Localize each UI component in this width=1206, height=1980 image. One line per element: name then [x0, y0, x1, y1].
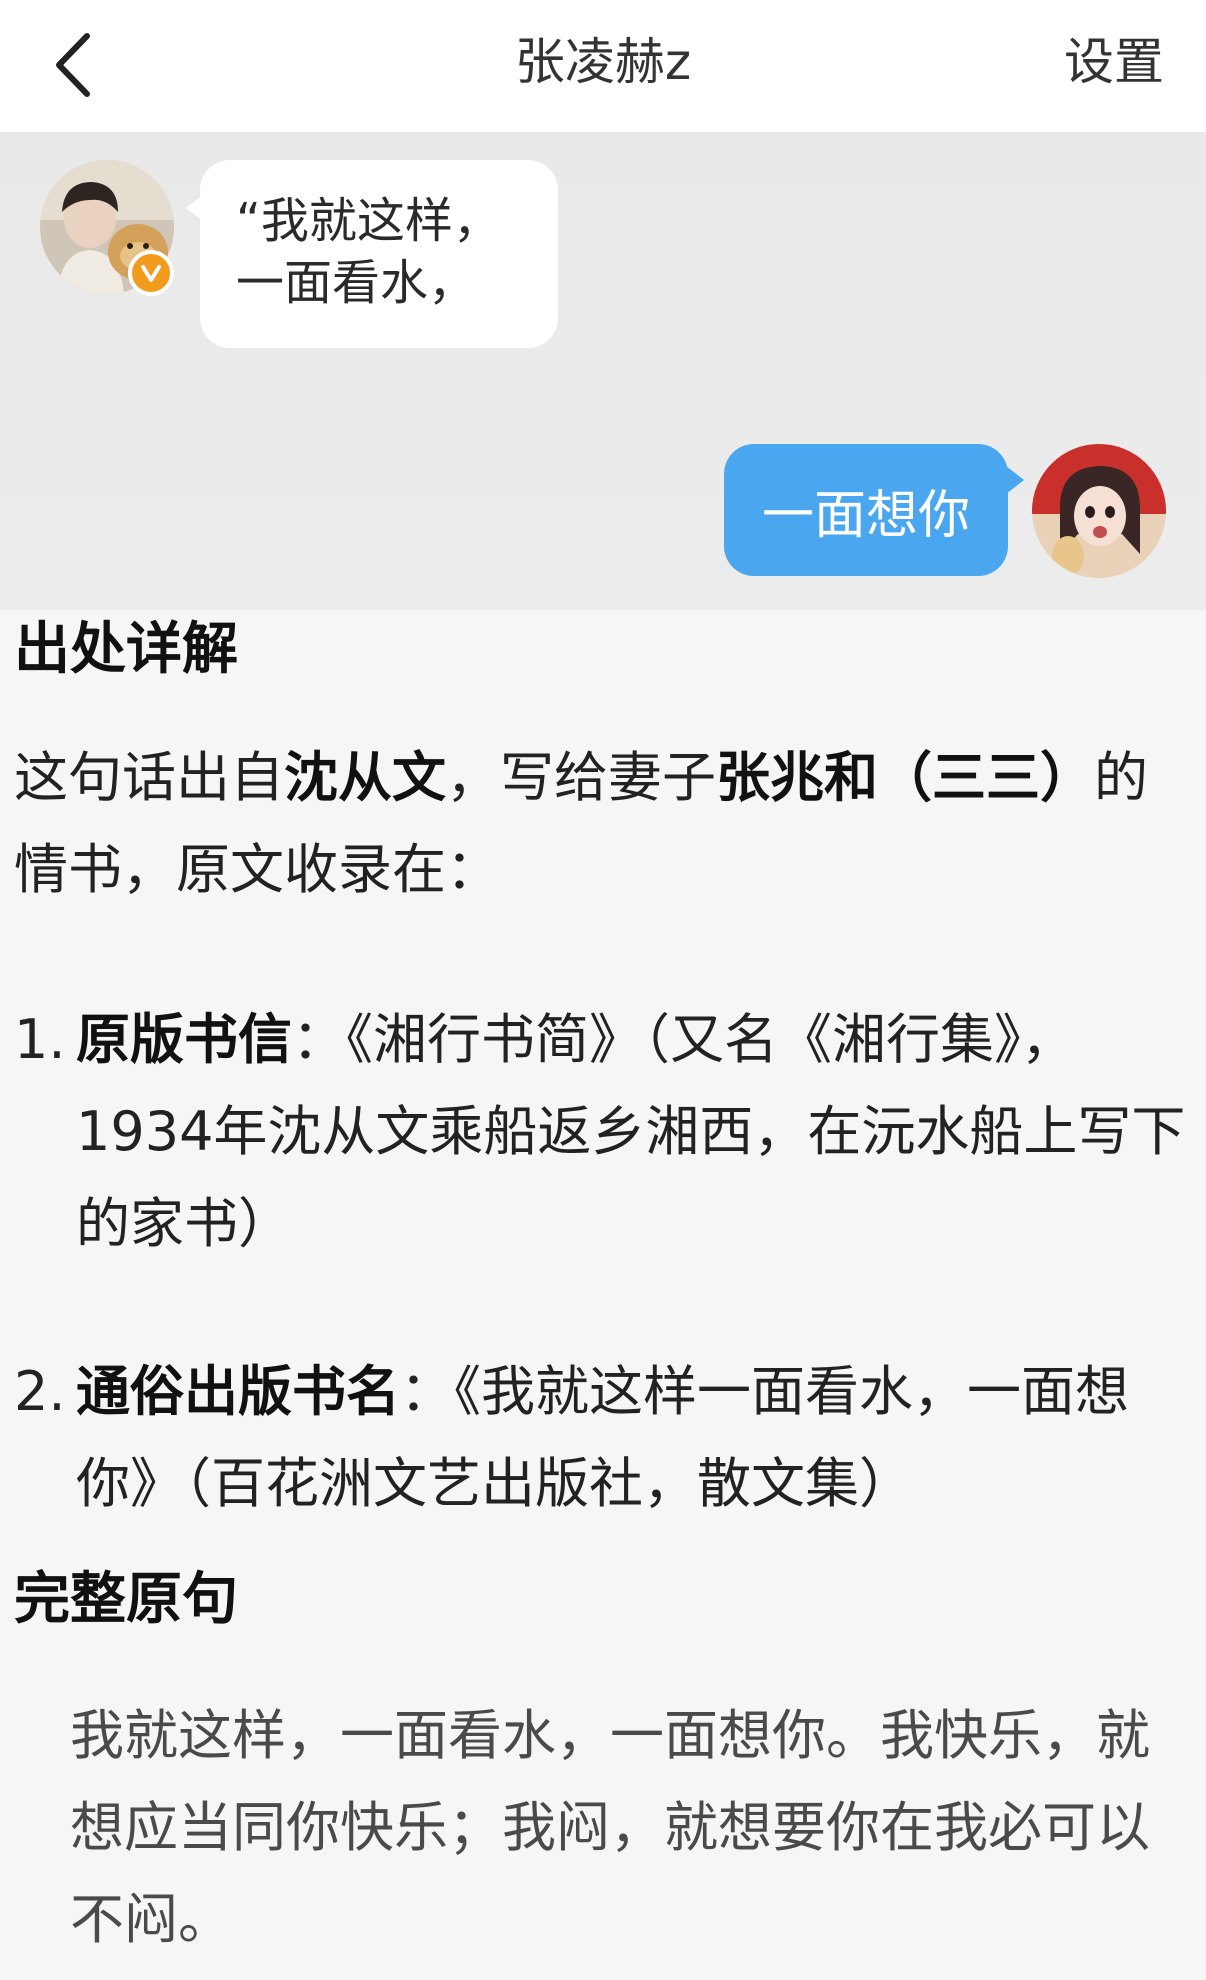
page-title: 张凌赫z	[514, 33, 692, 91]
message-line: 一面看水，	[236, 255, 477, 311]
avatar[interactable]	[1032, 444, 1166, 578]
list-item: 2. 通俗出版书名：《我就这样一面看水，一面想你》（百花洲文艺出版社，散文集）	[14, 1346, 1194, 1530]
page: 张凌赫z 设置 “我就这样， 一面看水， 一面想你 出处详解 这句话出自沈从文，…	[0, 0, 1206, 1980]
section-heading: 完整原句	[14, 1567, 238, 1632]
message-line: “我就这样，	[236, 193, 501, 249]
top-bar: 张凌赫z 设置	[0, 0, 1206, 132]
quote-block: 我就这样，一面看水，一面想你。我快乐，就想应当同你快乐；我闷，就想要你在我必可以…	[70, 1704, 1150, 1951]
message-text: 一面想你	[761, 485, 970, 546]
list-item-label: 原版书信	[76, 1008, 292, 1071]
author-name: 沈从文	[284, 746, 446, 809]
settings-button[interactable]: 设置	[1064, 30, 1164, 94]
list-item: 1. 原版书信：《湘行书简》（又名《湘行集》，1934年沈从文乘船返乡湘西，在沅…	[14, 994, 1194, 1270]
article-body: 出处详解 这句话出自沈从文，写给妻子张兆和（三三）的情书，原文收录在： 1. 原…	[0, 610, 1206, 1980]
list-number: 2.	[14, 1360, 66, 1423]
intro-paragraph: 这句话出自沈从文，写给妻子张兆和（三三）的情书，原文收录在：	[14, 732, 1184, 916]
intro-text: ，写给妻子	[446, 746, 716, 809]
chat-area: “我就这样， 一面看水， 一面想你	[0, 132, 1206, 610]
list-item-body: 原版书信：《湘行书简》（又名《湘行集》，1934年沈从文乘船返乡湘西，在沅水船上…	[76, 994, 1194, 1270]
list-number: 1.	[14, 1008, 66, 1071]
avatar-image	[1032, 444, 1166, 578]
intro-text: 这句话出自	[14, 746, 284, 809]
message-bubble-sent[interactable]: 一面想你	[724, 444, 1024, 576]
recipient-name: 张兆和（三三）	[716, 746, 1094, 809]
section-heading: 出处详解	[14, 617, 238, 682]
list-item-label: 通俗出版书名	[76, 1360, 400, 1423]
verified-badge-icon	[128, 250, 174, 296]
message-bubble-received[interactable]: “我就这样， 一面看水，	[186, 160, 558, 348]
list-item-body: 通俗出版书名：《我就这样一面看水，一面想你》（百花洲文艺出版社，散文集）	[76, 1346, 1194, 1530]
